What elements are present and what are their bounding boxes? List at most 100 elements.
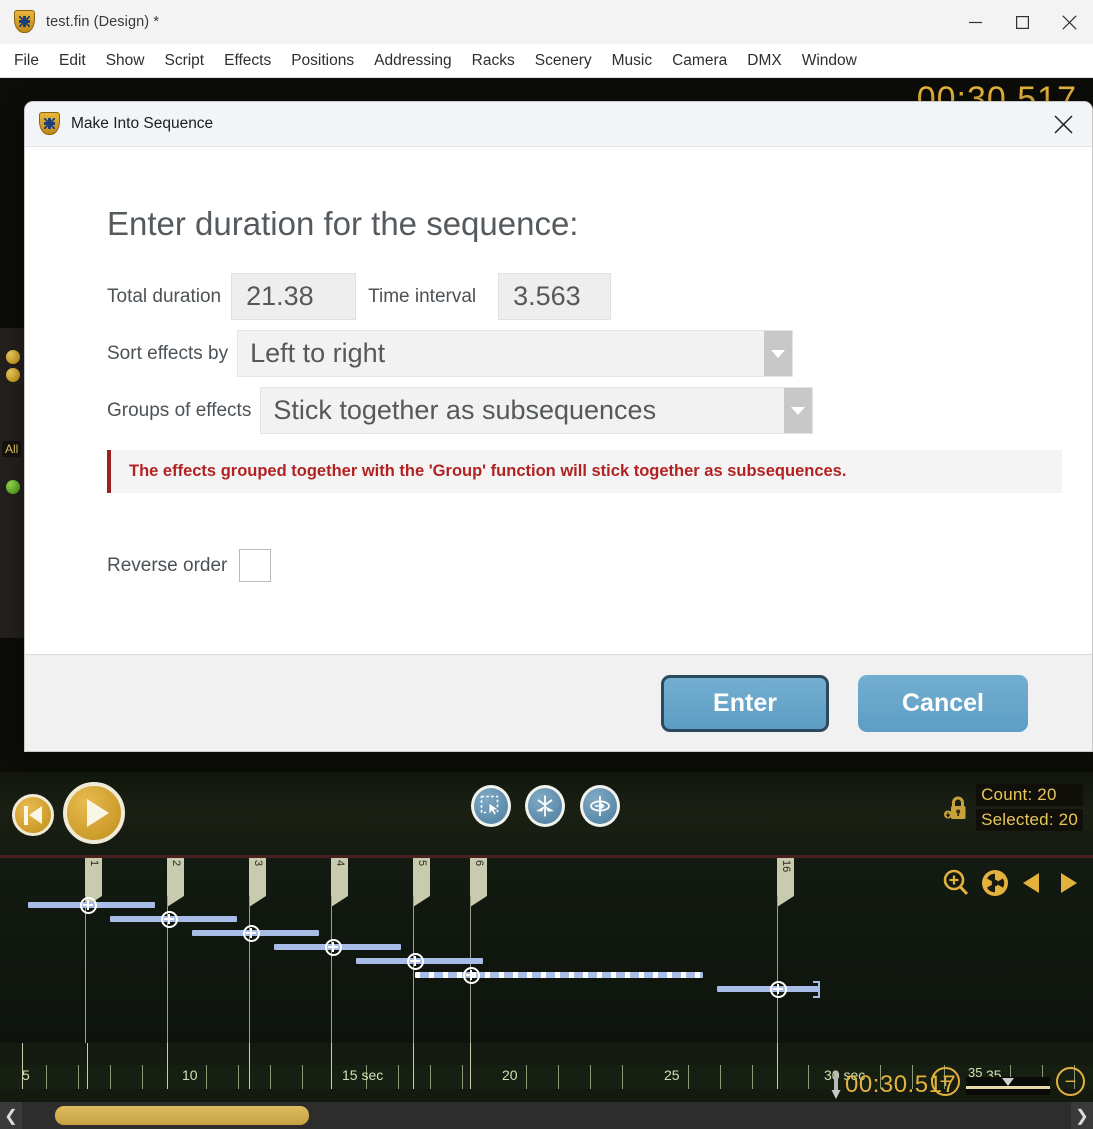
timeline-flag[interactable]: 5 [413,858,430,1043]
rectangle-select-icon[interactable] [471,785,511,827]
chevron-down-icon[interactable] [764,331,793,376]
strip-icon-2[interactable] [6,368,20,382]
timeline-flag[interactable]: 6 [470,858,487,1043]
dialog-heading: Enter duration for the sequence: [107,205,579,242]
effect-handle[interactable] [325,939,342,956]
total-duration-input[interactable]: 21.38 [231,273,357,320]
zoom-slider-thumb[interactable] [1002,1077,1014,1086]
warning-message: The effects grouped together with the 'G… [107,450,1062,493]
rotate-axis-icon[interactable] [580,785,620,827]
menu-item-edit[interactable]: Edit [49,45,96,77]
menu-item-positions[interactable]: Positions [281,45,364,77]
time-interval-input[interactable]: 3.563 [498,273,612,320]
make-into-sequence-dialog: Make Into Sequence Enter duration for th… [24,101,1093,752]
zoom-slider[interactable]: 35 [966,1065,1050,1095]
scrollbar-thumb[interactable] [55,1106,309,1125]
dialog-footer: Enter Cancel [25,654,1092,751]
close-icon[interactable] [1040,102,1086,146]
effect-handle[interactable] [407,953,424,970]
flag-number: 6 [473,860,485,867]
timeline-flag[interactable]: 3 [249,858,266,1043]
skip-to-start-icon[interactable] [12,794,54,836]
strip-icon-3[interactable] [6,480,20,494]
mirror-effects-icon[interactable] [525,785,565,827]
effect-handle[interactable] [770,981,787,998]
menu-item-show[interactable]: Show [96,45,155,77]
flag-number: 5 [416,860,428,867]
app-shield-icon [14,10,36,34]
menu-item-scenery[interactable]: Scenery [525,45,602,77]
enter-button[interactable]: Enter [661,674,829,732]
effect-bar[interactable] [717,986,820,992]
groups-of-effects-select[interactable]: Stick together as subsequences [260,387,814,434]
step-forward-icon[interactable] [1055,870,1081,901]
menu-item-racks[interactable]: Racks [462,45,525,77]
window-controls [952,0,1093,44]
sort-effects-select[interactable]: Left to right [237,330,794,377]
zoom-in-icon[interactable] [941,868,971,903]
flag-number: 1 [88,860,100,867]
ruler-label: 5 [22,1067,30,1083]
timeline-right-icons [941,868,1081,903]
timeline-canvas[interactable]: 1 2 3 4 5 6 16 [0,858,1093,1043]
effect-handle[interactable] [463,967,480,984]
timeline-panel: Count: 20 Selected: 20 1 2 3 4 5 6 16 5 … [0,772,1093,1129]
flag-number: 2 [170,860,182,867]
menu-item-script[interactable]: Script [154,45,214,77]
sort-effects-label: Sort effects by [107,342,229,364]
sort-effects-row: Sort effects by Left to right [107,330,1092,377]
effect-endcap [813,981,820,998]
ruler-label: 15 sec [342,1067,384,1083]
timeline-flag[interactable]: 4 [331,858,348,1043]
scroll-right-arrow-icon[interactable]: ❯ [1071,1102,1093,1129]
timeline-hscrollbar[interactable]: ❮ ❯ [0,1102,1093,1129]
timeline-flag[interactable]: 2 [167,858,184,1043]
reverse-order-checkbox[interactable] [239,549,272,582]
zoom-in-button[interactable]: + [931,1067,960,1096]
strip-icon-1[interactable] [6,350,20,364]
menu-item-window[interactable]: Window [792,45,867,77]
effect-handle[interactable] [243,925,260,942]
dialog-body: Enter duration for the sequence: Total d… [25,147,1092,654]
playhead-icon[interactable] [830,1071,842,1099]
play-icon[interactable] [63,782,125,844]
dialog-title: Make Into Sequence [71,115,214,132]
close-button[interactable] [1046,0,1093,44]
minimize-button[interactable] [952,0,999,44]
menu-item-addressing[interactable]: Addressing [364,45,462,77]
timeline-ruler[interactable]: 5 10 15 sec 20 25 30 sec 35 00:30.517 + [0,1043,1093,1102]
total-duration-label: Total duration [107,285,222,307]
duration-row: Total duration 21.38 Time interval 3.563 [107,273,1092,320]
menu-item-file[interactable]: File [4,45,49,77]
lock-icon[interactable] [944,793,970,823]
time-interval-label: Time interval [368,285,477,307]
scroll-left-arrow-icon[interactable]: ❮ [0,1102,22,1129]
menu-item-camera[interactable]: Camera [662,45,737,77]
groups-of-effects-value: Stick together as subsequences [273,395,657,425]
zoom-slider-label: 35 [968,1064,983,1080]
hazard-icon[interactable] [981,869,1009,902]
zoom-out-button[interactable]: − [1056,1067,1085,1096]
step-back-icon[interactable] [1019,870,1045,901]
menu-item-music[interactable]: Music [602,45,662,77]
effect-handle[interactable] [80,897,97,914]
menu-item-dmx[interactable]: DMX [737,45,791,77]
left-tool-strip: All [0,328,26,638]
ruler-label: 20 [502,1067,518,1083]
timeline-toolbar: Count: 20 Selected: 20 [0,772,1093,858]
cancel-button[interactable]: Cancel [858,674,1028,732]
ruler-label: 25 [664,1067,680,1083]
window-title: test.fin (Design) * [46,14,160,30]
timeline-flag[interactable]: 16 [777,858,794,1043]
flag-number: 3 [252,860,264,867]
maximize-button[interactable] [999,0,1046,44]
selected-label: Selected: 20 [976,809,1083,831]
chevron-down-icon[interactable] [784,388,813,433]
groups-of-effects-row: Groups of effects Stick together as subs… [107,387,1092,434]
effect-bar-dotted[interactable] [415,972,703,978]
menu-item-effects[interactable]: Effects [214,45,281,77]
reverse-order-row: Reverse order [107,549,1092,582]
timeline-flag[interactable]: 1 [85,858,102,1043]
effect-handle[interactable] [161,911,178,928]
scrollbar-track[interactable] [22,1102,1071,1129]
